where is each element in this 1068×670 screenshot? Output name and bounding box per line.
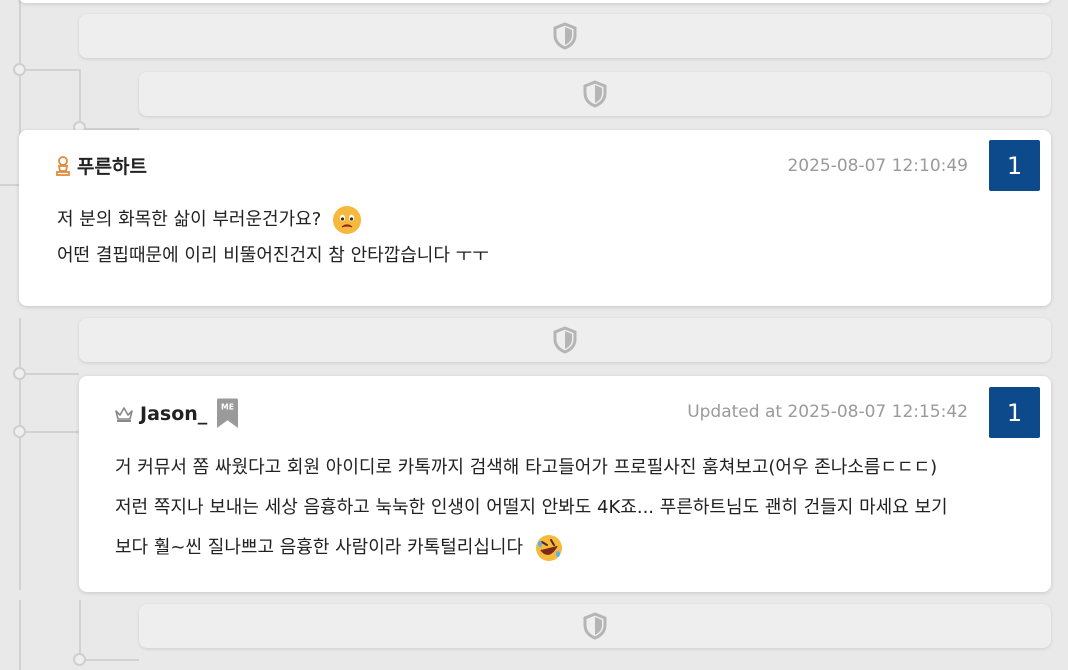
comment-line: 저 분의 화목한 삶이 부러운건가요? — [57, 209, 322, 230]
person-rank-icon — [56, 155, 70, 176]
sad-face-emoji — [333, 206, 362, 234]
thread-node — [13, 63, 26, 76]
vote-count-button[interactable]: 1 — [989, 140, 1040, 191]
rolling-laughing-emoji — [535, 534, 563, 562]
thread-line — [79, 659, 139, 661]
comment-line: 거 커뮤서 쫌 싸웠다고 회원 아이디로 카톡까지 검색해 타고들어가 프로필사… — [115, 457, 938, 478]
thread-line — [19, 431, 79, 433]
comment-line: 저런 쪽지나 보내는 세상 음흉하고 눅눅한 인생이 어떨지 안봐도 4K죠..… — [115, 497, 948, 518]
comment-line: 보다 훨~씬 질나쁘고 음흉한 사람이라 카톡털리십니다 — [115, 537, 524, 558]
hidden-comment[interactable] — [139, 72, 1051, 116]
thread-line — [79, 600, 81, 660]
thread-node — [13, 367, 26, 380]
thread-line — [19, 69, 79, 71]
thread-node — [13, 425, 26, 438]
comment-timestamp: 2025-08-07 12:10:49 — [787, 156, 968, 176]
author-name[interactable]: Jason_ — [140, 403, 207, 425]
thread-line — [79, 69, 81, 129]
comment-body: 거 커뮤서 쫌 싸웠다고 회원 아이디로 카톡까지 검색해 타고들어가 프로필사… — [115, 452, 1035, 572]
thread-line — [19, 600, 21, 670]
hidden-comment[interactable] — [79, 318, 1051, 362]
comment-body: 저 분의 화목한 삶이 부러운건가요? 어떤 결핍때문에 이리 비뚤어진건지 참… — [57, 204, 957, 276]
me-badge: ME — [217, 394, 244, 434]
comment-card: 푸른하트 2025-08-07 12:10:49 1 저 분의 화목한 삶이 부… — [19, 130, 1051, 306]
comment-line: 어떤 결핍때문에 이리 비뚤어진건지 참 안타깝습니다 ㅜㅜ — [57, 245, 489, 266]
svg-text:ME: ME — [221, 402, 234, 411]
shield-icon — [553, 326, 577, 354]
hidden-comment[interactable] — [79, 14, 1051, 58]
hidden-comment[interactable] — [139, 604, 1051, 648]
shield-icon — [583, 80, 607, 108]
thread-node — [73, 653, 86, 666]
comment-author[interactable]: Jason_ ME — [114, 394, 244, 434]
comment-card — [19, 0, 1051, 3]
author-name[interactable]: 푸른하트 — [77, 152, 147, 179]
comment-author[interactable]: 푸른하트 — [55, 152, 147, 179]
crown-rank-icon — [115, 407, 133, 422]
shield-icon — [583, 612, 607, 640]
thread-line — [0, 184, 20, 186]
comment-timestamp: Updated at 2025-08-07 12:15:42 — [687, 402, 968, 422]
thread-line — [19, 318, 21, 590]
comment-card: Jason_ ME Updated at 2025-08-07 12:15:42… — [79, 376, 1051, 592]
vote-count-button[interactable]: 1 — [989, 387, 1040, 438]
thread-line — [19, 373, 79, 375]
shield-icon — [553, 22, 577, 50]
